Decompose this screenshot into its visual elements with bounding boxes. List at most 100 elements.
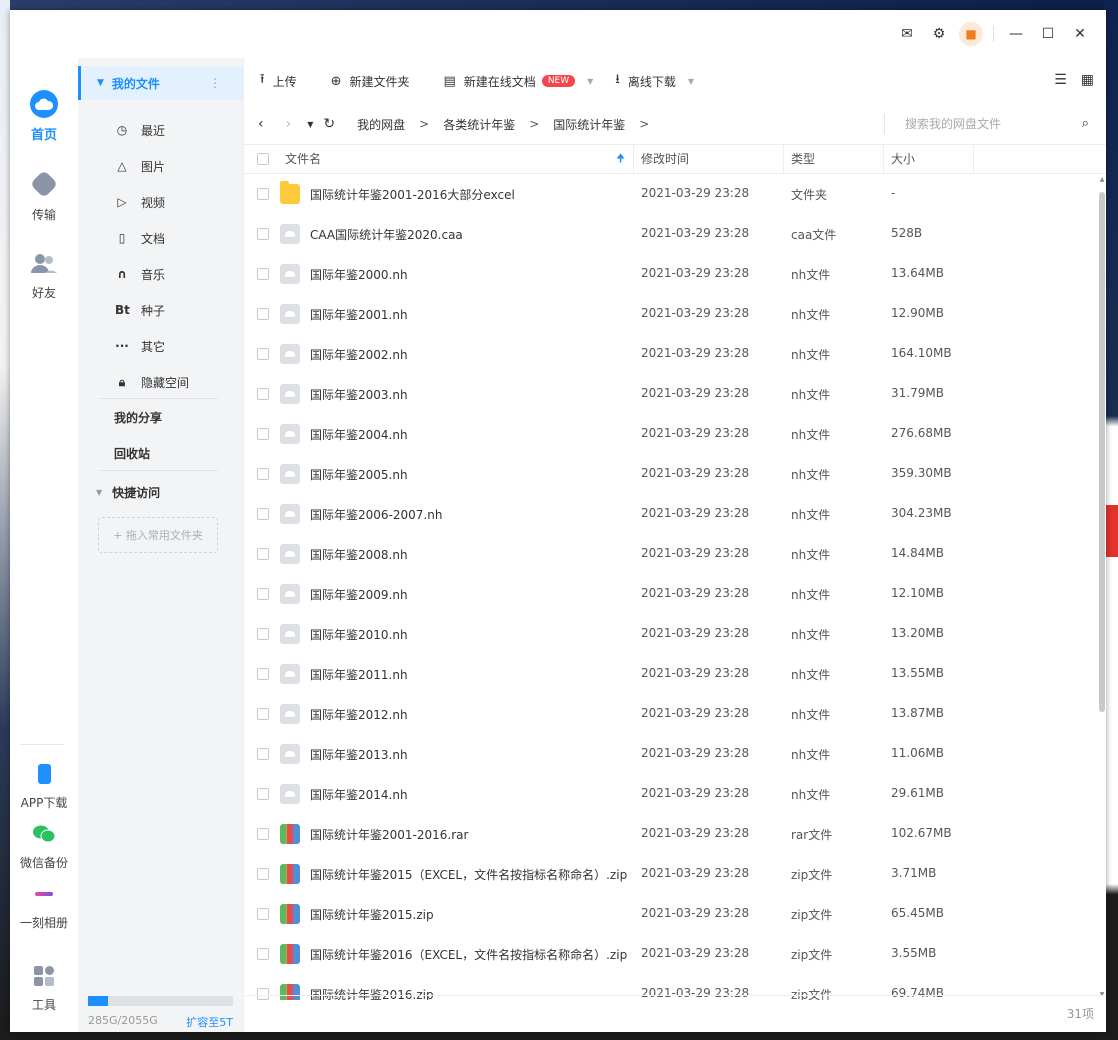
row-checkbox[interactable] [257,988,269,1000]
row-checkbox[interactable] [257,188,269,200]
breadcrumb-item[interactable]: 国际统计年鉴 [553,116,625,133]
row-checkbox[interactable] [257,868,269,880]
row-checkbox[interactable] [257,388,269,400]
file-name[interactable]: 国际年鉴2008.nh [310,546,408,563]
table-row[interactable]: 国际年鉴2014.nh 2021-03-29 23:28 nh文件 29.61MB [244,774,1096,814]
file-name[interactable]: 国际年鉴2005.nh [310,466,408,483]
breadcrumb-item[interactable]: 各类统计年鉴 [443,116,515,133]
row-checkbox[interactable] [257,748,269,760]
row-checkbox[interactable] [257,348,269,360]
table-row[interactable]: CAA国际统计年鉴2020.caa 2021-03-29 23:28 caa文件 52… [244,214,1096,254]
file-name[interactable]: CAA国际统计年鉴2020.caa [310,226,463,243]
table-row[interactable]: 国际统计年鉴2001-2016.rar 2021-03-29 23:28 rar文件… [244,814,1096,854]
table-row[interactable]: 国际年鉴2008.nh 2021-03-29 23:28 nh文件 14.84MB [244,534,1096,574]
table-row[interactable]: 国际统计年鉴2001-2016大部分excel 2021-03-29 23:28 文… [244,174,1096,214]
settings-icon[interactable]: ⚙ [923,22,955,46]
table-row[interactable]: 国际年鉴2002.nh 2021-03-29 23:28 nh文件 164.10MB [244,334,1096,374]
upload-button[interactable]: ⭱ 上传 [260,70,297,92]
table-row[interactable]: 国际统计年鉴2015（EXCEL，文件名按指标名称命名）.zip 2021-03-… [244,854,1096,894]
table-row[interactable]: 国际年鉴2005.nh 2021-03-29 23:28 nh文件 359.30MB [244,454,1096,494]
table-row[interactable]: 国际年鉴2001.nh 2021-03-29 23:28 nh文件 12.90MB [244,294,1096,334]
row-checkbox[interactable] [257,908,269,920]
sort-ascending-icon[interactable]: 🠉 [616,145,625,173]
forward-arrow-icon[interactable]: › [286,116,292,132]
row-checkbox[interactable] [257,588,269,600]
file-name[interactable]: 国际年鉴2013.nh [310,746,408,763]
maximize-icon[interactable]: ☐ [1032,22,1064,46]
file-name[interactable]: 国际年鉴2001.nh [310,306,408,323]
file-name[interactable]: 国际年鉴2004.nh [310,426,408,443]
table-row[interactable]: 国际统计年鉴2015.zip 2021-03-29 23:28 zip文件 65.45… [244,894,1096,934]
sidebar-item-other[interactable]: ··· 其它 [78,328,243,364]
sidebar-item-images[interactable]: △ 图片 [78,148,243,184]
sidebar-quick-access[interactable]: ▼ 快捷访问 [78,482,243,502]
table-row[interactable]: 国际年鉴2003.nh 2021-03-29 23:28 nh文件 31.79MB [244,374,1096,414]
sidebar-recycle-bin[interactable]: 回收站 [114,445,150,465]
search-input[interactable] [903,116,1067,132]
table-row[interactable]: 国际年鉴2011.nh 2021-03-29 23:28 nh文件 13.55MB [244,654,1096,694]
table-row[interactable]: 国际年鉴2000.nh 2021-03-29 23:28 nh文件 13.64MB [244,254,1096,294]
row-checkbox[interactable] [257,628,269,640]
chevron-down-icon[interactable]: ▼ [587,77,593,86]
scroll-up-arrow-icon[interactable]: ▲ [1098,176,1106,183]
row-checkbox[interactable] [257,228,269,240]
sidebar-item-recent[interactable]: ◷ 最近 [78,112,243,148]
refresh-icon[interactable]: ↻ [323,116,335,132]
quick-access-drop-zone[interactable]: + 拖入常用文件夹 [98,517,218,553]
row-checkbox[interactable] [257,508,269,520]
file-name[interactable]: 国际年鉴2000.nh [310,266,408,283]
sidebar-item-hidden-space[interactable]: 🔒︎ 隐藏空间 [78,364,243,400]
search-icon[interactable]: ⌕ [1082,116,1089,131]
expand-storage-link[interactable]: 扩容至5T [186,1014,233,1030]
file-name[interactable]: 国际年鉴2006-2007.nh [310,506,442,523]
chevron-down-icon[interactable]: ▼ [688,77,694,86]
row-checkbox[interactable] [257,308,269,320]
breadcrumb-separator[interactable]: > [639,117,649,131]
rail-app-download[interactable]: APP下载 [10,760,78,811]
row-checkbox[interactable] [257,948,269,960]
file-name[interactable]: 国际统计年鉴2016（EXCEL，文件名按指标名称命名）.zip [310,946,627,963]
sidebar-my-share[interactable]: 我的分享 [114,409,162,429]
rail-tools[interactable]: 工具 [10,962,78,1013]
sidebar-my-files[interactable]: ▼ 我的文件 ⋮ [78,66,243,100]
sidebar-item-documents[interactable]: ▯ 文档 [78,220,243,256]
column-header-type[interactable]: 类型 [791,145,815,173]
file-name[interactable]: 国际统计年鉴2016.zip [310,986,434,1000]
scrollbar-thumb[interactable] [1099,192,1105,712]
table-row[interactable]: 国际年鉴2010.nh 2021-03-29 23:28 nh文件 13.20MB [244,614,1096,654]
column-header-name[interactable]: 文件名 [285,145,321,173]
table-row[interactable]: 国际年鉴2004.nh 2021-03-29 23:28 nh文件 276.68MB [244,414,1096,454]
close-icon[interactable]: ✕ [1064,22,1096,46]
file-name[interactable]: 国际年鉴2014.nh [310,786,408,803]
scrollbar[interactable]: ▲ ▼ [1098,174,1106,1000]
select-all-checkbox[interactable] [257,153,269,165]
row-checkbox[interactable] [257,708,269,720]
file-name[interactable]: 国际年鉴2009.nh [310,586,408,603]
sort-icon[interactable]: ☰ [1054,72,1067,88]
file-name[interactable]: 国际年鉴2002.nh [310,346,408,363]
breadcrumb-item[interactable]: 我的网盘 [357,116,405,133]
gift-button[interactable]: ■ [955,22,987,46]
grid-view-icon[interactable]: ▦ [1081,72,1094,88]
column-header-modified[interactable]: 修改时间 [641,145,689,173]
sidebar-item-music[interactable]: ∩ 音乐 [78,256,243,292]
file-name[interactable]: 国际年鉴2012.nh [310,706,408,723]
offline-download-button[interactable]: ⭳ 离线下载 ▼ [615,70,694,92]
row-checkbox[interactable] [257,468,269,480]
collapse-triangle-icon[interactable]: ▼ [97,78,104,88]
minimize-icon[interactable]: — [1000,22,1032,46]
rail-friends[interactable]: 好友 [10,250,78,301]
table-row[interactable]: 国际年鉴2013.nh 2021-03-29 23:28 nh文件 11.06MB [244,734,1096,774]
table-row[interactable]: 国际统计年鉴2016.zip 2021-03-29 23:28 zip文件 69.74… [244,974,1096,1000]
rail-home[interactable]: 首页 [10,90,78,143]
file-name[interactable]: 国际统计年鉴2015.zip [310,906,434,923]
table-row[interactable]: 国际统计年鉴2016（EXCEL，文件名按指标名称命名）.zip 2021-03-… [244,934,1096,974]
file-name[interactable]: 国际统计年鉴2001-2016.rar [310,826,468,843]
table-row[interactable]: 国际年鉴2006-2007.nh 2021-03-29 23:28 nh文件 304.… [244,494,1096,534]
file-name[interactable]: 国际年鉴2011.nh [310,666,408,683]
row-checkbox[interactable] [257,788,269,800]
rail-transfer[interactable]: 传输 [10,169,78,223]
sidebar-item-videos[interactable]: ▷ 视频 [78,184,243,220]
file-name[interactable]: 国际统计年鉴2001-2016大部分excel [310,186,515,203]
file-name[interactable]: 国际年鉴2010.nh [310,626,408,643]
